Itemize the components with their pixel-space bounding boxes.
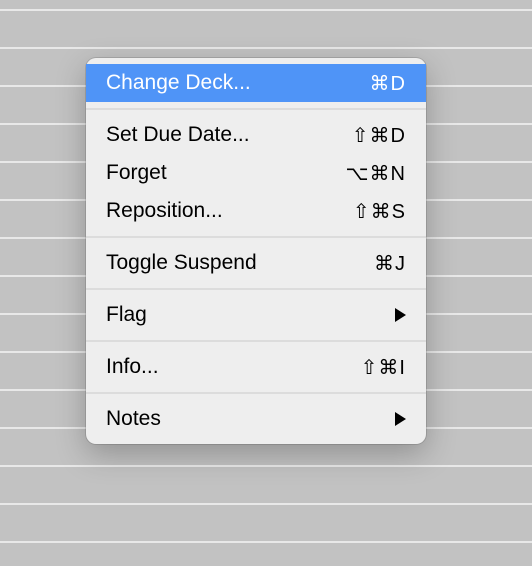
menu-item-label: Info... bbox=[106, 355, 341, 379]
menu-item-shortcut: ⇧⌘S bbox=[353, 199, 406, 224]
menu-separator bbox=[86, 236, 426, 238]
menu-separator bbox=[86, 288, 426, 290]
menu-separator bbox=[86, 392, 426, 394]
context-menu: Change Deck... ⌘D Set Due Date... ⇧⌘D Fo… bbox=[86, 58, 426, 444]
menu-item-label: Set Due Date... bbox=[106, 123, 332, 147]
menu-item-label: Reposition... bbox=[106, 199, 333, 223]
submenu-arrow-icon bbox=[395, 308, 406, 322]
menu-item-forget[interactable]: Forget ⌥⌘N bbox=[86, 154, 426, 192]
menu-item-shortcut: ⇧⌘D bbox=[352, 123, 406, 148]
menu-item-shortcut: ⌘J bbox=[374, 251, 406, 276]
submenu-arrow-icon bbox=[395, 412, 406, 426]
menu-item-label: Notes bbox=[106, 407, 375, 431]
menu-item-label: Toggle Suspend bbox=[106, 251, 354, 275]
menu-item-label: Forget bbox=[106, 161, 326, 185]
menu-separator bbox=[86, 340, 426, 342]
menu-item-info[interactable]: Info... ⇧⌘I bbox=[86, 348, 426, 386]
menu-item-toggle-suspend[interactable]: Toggle Suspend ⌘J bbox=[86, 244, 426, 282]
menu-item-shortcut: ⇧⌘I bbox=[361, 355, 406, 380]
menu-item-notes[interactable]: Notes bbox=[86, 400, 426, 438]
menu-item-label: Flag bbox=[106, 303, 375, 327]
menu-item-reposition[interactable]: Reposition... ⇧⌘S bbox=[86, 192, 426, 230]
menu-item-label: Change Deck... bbox=[106, 71, 350, 95]
menu-item-shortcut: ⌘D bbox=[370, 71, 406, 96]
menu-item-shortcut: ⌥⌘N bbox=[346, 161, 407, 186]
menu-separator bbox=[86, 108, 426, 110]
menu-item-change-deck[interactable]: Change Deck... ⌘D bbox=[86, 64, 426, 102]
menu-item-flag[interactable]: Flag bbox=[86, 296, 426, 334]
menu-item-set-due-date[interactable]: Set Due Date... ⇧⌘D bbox=[86, 116, 426, 154]
